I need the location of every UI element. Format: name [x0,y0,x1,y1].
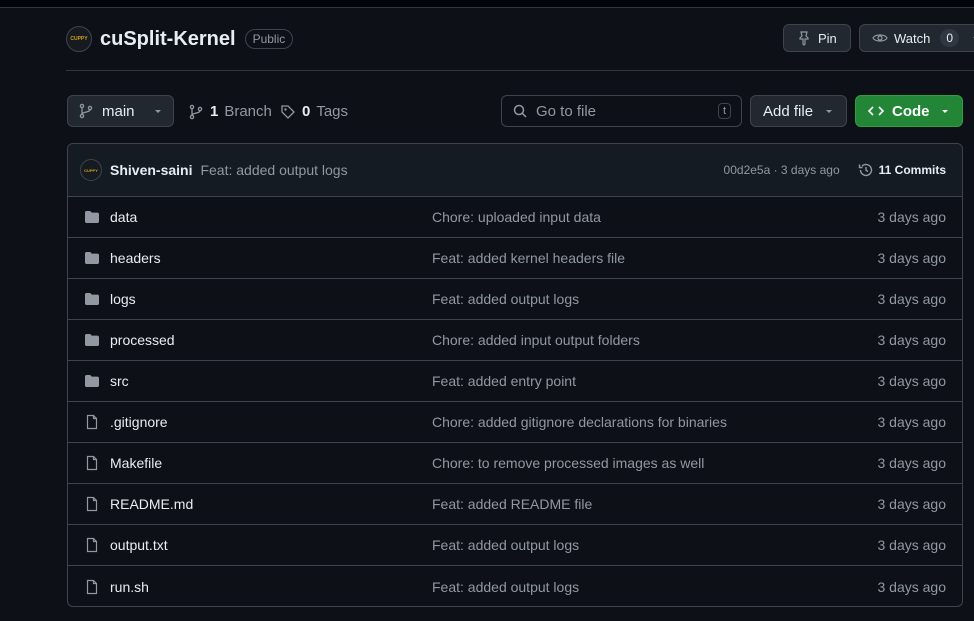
file-commit-message[interactable]: Feat: added output logs [432,291,878,307]
file-row[interactable]: headers Feat: added kernel headers file 3 … [68,238,962,279]
folder-icon [84,291,100,307]
file-commit-date: 3 days ago [877,332,947,348]
commit-message[interactable]: Feat: added output logs [200,162,347,178]
file-row[interactable]: output.txt Feat: added output logs 3 days … [68,525,962,566]
watch-label: Watch [894,30,931,46]
history-icon [858,162,874,178]
file-commit-date: 3 days ago [877,537,947,553]
file-icon [84,496,100,512]
file-list: data Chore: uploaded input data 3 days ago… [68,197,962,606]
branch-count: 1 [210,103,219,120]
file-name-link[interactable]: data [110,209,432,225]
keyboard-shortcut-hint: t [717,103,731,119]
search-icon [512,103,528,119]
file-commit-message[interactable]: Feat: added README file [432,496,878,512]
branch-name: main [102,102,135,120]
commits-link[interactable]: 11 Commits [858,162,946,178]
top-border [0,0,974,8]
git-branch-icon [78,103,94,119]
branches-link[interactable]: 1 Branch [188,103,272,120]
tag-icon [280,104,296,120]
file-icon [84,579,100,595]
branch-label: Branch [224,103,272,120]
file-commit-message[interactable]: Feat: added output logs [432,537,878,553]
file-commit-date: 3 days ago [877,291,947,307]
file-name-link[interactable]: Makefile [110,455,432,471]
add-file-label: Add file [763,102,814,120]
file-table: CUPPY Shiven-saini Feat: added output lo… [67,143,963,607]
pin-icon [796,30,812,46]
file-commit-date: 3 days ago [877,496,947,512]
tag-count: 0 [302,103,311,120]
file-commit-message[interactable]: Feat: added kernel headers file [432,250,878,266]
file-commit-date: 3 days ago [877,414,947,430]
file-commit-message[interactable]: Chore: to remove processed images as wel… [432,455,878,471]
code-label: Code [892,102,930,120]
chevron-down-icon [940,106,950,116]
file-commit-message[interactable]: Feat: added output logs [432,579,878,595]
header-divider [66,70,974,71]
file-row[interactable]: processed Chore: added input output folde… [68,320,962,361]
pin-button[interactable]: Pin [783,24,851,52]
file-row[interactable]: run.sh Feat: added output logs 3 days ago [68,566,962,606]
file-name-link[interactable]: processed [110,332,432,348]
latest-commit-bar: CUPPY Shiven-saini Feat: added output lo… [68,144,962,197]
file-commit-message[interactable]: Chore: added input output folders [432,332,878,348]
file-name-link[interactable]: .gitignore [110,414,432,430]
watch-count: 0 [940,29,960,47]
tag-label: Tags [316,103,349,120]
file-name-link[interactable]: src [110,373,432,389]
tags-link[interactable]: 0 Tags [280,103,348,120]
file-name-link[interactable]: output.txt [110,537,432,553]
file-icon [84,455,100,471]
file-row[interactable]: src Feat: added entry point 3 days ago [68,361,962,402]
folder-icon [84,373,100,389]
folder-icon [84,332,100,348]
file-commit-date: 3 days ago [877,209,947,225]
file-row[interactable]: logs Feat: added output logs 3 days ago [68,279,962,320]
file-row[interactable]: README.md Feat: added README file 3 days a… [68,484,962,525]
file-row[interactable]: data Chore: uploaded input data 3 days ago [68,197,962,238]
pin-label: Pin [818,30,837,46]
owner-avatar[interactable]: CUPPY [66,26,92,52]
commit-author[interactable]: Shiven-saini [110,162,192,178]
file-commit-date: 3 days ago [877,455,947,471]
file-row[interactable]: .gitignore Chore: added gitignore declara… [68,402,962,443]
folder-icon [84,250,100,266]
file-icon [84,414,100,430]
file-commit-date: 3 days ago [877,578,947,595]
commits-label: 11 Commits [878,163,946,177]
eye-icon [872,30,888,46]
git-branch-icon [188,104,204,120]
file-name-link[interactable]: run.sh [110,579,432,595]
file-name-link[interactable]: README.md [110,496,432,512]
watch-button[interactable]: Watch 0 [859,24,974,52]
code-icon [868,103,884,119]
avatar-logo-text: CUPPY [70,36,88,42]
author-avatar[interactable]: CUPPY [80,159,102,181]
file-commit-date: 3 days ago [877,250,947,266]
chevron-down-icon [824,106,834,116]
file-commit-date: 3 days ago [877,373,947,389]
file-commit-message[interactable]: Chore: added gitignore declarations for … [432,414,878,430]
repo-name[interactable]: cuSplit-Kernel [100,28,236,51]
file-name-link[interactable]: headers [110,250,432,266]
go-to-file-input[interactable]: Go to file t [501,95,742,127]
file-commit-message[interactable]: Feat: added entry point [432,373,878,389]
chevron-down-icon [153,106,163,116]
code-button[interactable]: Code [855,95,963,127]
file-row[interactable]: Makefile Chore: to remove processed image… [68,443,962,484]
branch-select-button[interactable]: main [67,95,174,127]
commit-hash-time[interactable]: 00d2e5a · 3 days ago [724,163,840,177]
file-commit-message[interactable]: Chore: uploaded input data [432,209,878,225]
add-file-button[interactable]: Add file [750,95,847,127]
file-name-link[interactable]: logs [110,291,432,307]
avatar-logo-text: CUPPY [84,167,98,173]
file-icon [84,537,100,553]
visibility-badge: Public [244,29,294,49]
search-placeholder: Go to file [536,102,597,120]
folder-icon [84,209,100,225]
